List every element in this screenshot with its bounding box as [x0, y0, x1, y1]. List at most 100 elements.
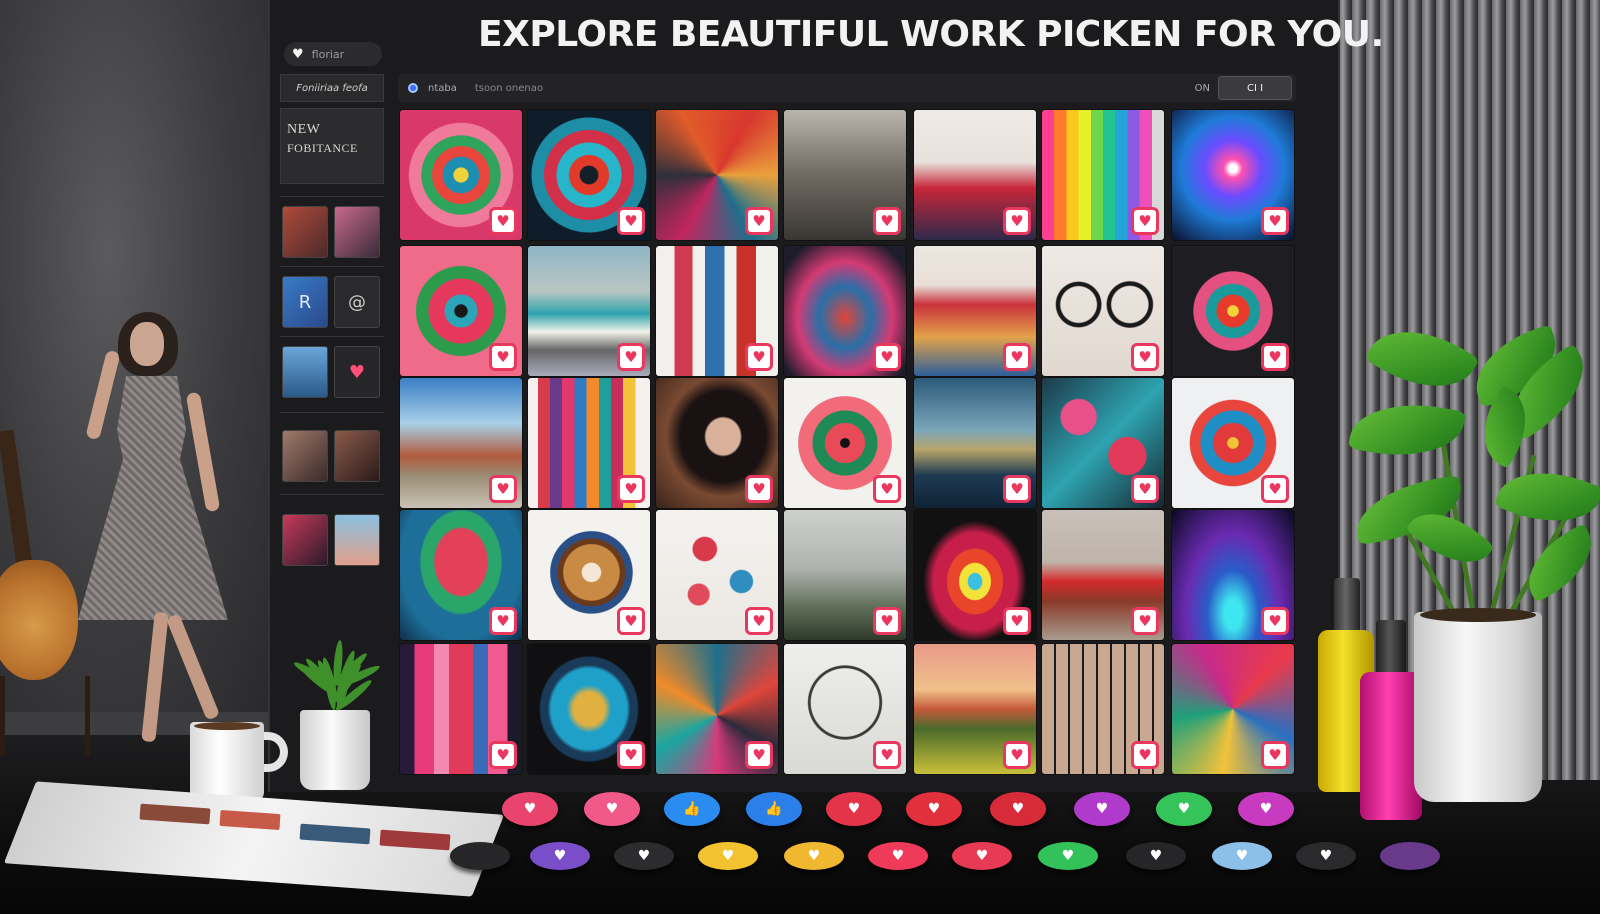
like-heart-icon[interactable]: ♥ [489, 475, 517, 503]
like-heart-icon[interactable]: ♥ [1261, 343, 1289, 371]
tile-swirl-plate[interactable]: ♥ [1172, 644, 1294, 774]
tile-scattered-flowers[interactable]: ♥ [656, 510, 778, 640]
like-heart-icon[interactable]: ♥ [873, 607, 901, 635]
sidebar-thumb[interactable] [334, 430, 380, 482]
tile-sunset-field[interactable]: ♥ [914, 644, 1036, 774]
like-heart-icon[interactable]: ♥ [1131, 343, 1159, 371]
tile-red-truck[interactable]: ♥ [1042, 510, 1164, 640]
toolbar-label-secondary[interactable]: tsoon onenao [475, 83, 543, 94]
tile-misty-lake[interactable]: ♥ [914, 378, 1036, 508]
sidebar-thumb[interactable] [334, 206, 380, 258]
heart-reaction-button[interactable]: ♥ [952, 842, 1012, 870]
toolbar-zoom[interactable]: ON [1195, 83, 1210, 94]
like-heart-icon[interactable]: ♥ [489, 607, 517, 635]
like-heart-icon[interactable]: ♥ [617, 343, 645, 371]
heart-reaction-button[interactable]: ♥ [502, 792, 558, 826]
like-heart-icon[interactable]: ♥ [873, 207, 901, 235]
like-heart-icon[interactable]: ♥ [617, 741, 645, 769]
tile-paper-flower[interactable]: ♥ [1172, 378, 1294, 508]
like-heart-icon[interactable]: ♥ [1131, 207, 1159, 235]
heart-reaction-button[interactable]: ♥ [530, 842, 590, 870]
sidebar-featured-card[interactable]: NEW FOBITANCE [280, 108, 384, 184]
toolbar-control[interactable]: CI I [1218, 76, 1292, 100]
tile-flower-star[interactable]: ♥ [784, 378, 906, 508]
tile-floral-coat[interactable]: ♥ [784, 246, 906, 376]
tile-light-burst[interactable]: ♥ [1172, 110, 1294, 240]
tile-teal-mandala[interactable]: ♥ [528, 110, 650, 240]
sidebar-thumb[interactable]: ♥ [334, 346, 380, 398]
heart-reaction-button[interactable]: ♥ [906, 792, 962, 826]
toolbar-label[interactable]: ntaba [428, 83, 457, 94]
like-heart-icon[interactable]: ♥ [1261, 741, 1289, 769]
tile-color-pencils[interactable]: ♥ [1042, 110, 1164, 240]
tile-vintage-van[interactable]: ♥ [528, 246, 650, 376]
heart-reaction-button[interactable]: ♥ [990, 792, 1046, 826]
heart-reaction-button[interactable]: ♥ [614, 842, 674, 870]
sidebar-thumb[interactable] [282, 206, 328, 258]
sidebar-pill[interactable]: ♥ floriar [284, 42, 382, 66]
sidebar-thumb[interactable] [334, 514, 380, 566]
like-heart-icon[interactable]: ♥ [1261, 475, 1289, 503]
like-heart-icon[interactable]: ♥ [617, 475, 645, 503]
like-heart-icon[interactable]: ♥ [1131, 741, 1159, 769]
like-heart-icon[interactable]: ♥ [1003, 207, 1031, 235]
like-heart-icon[interactable]: ♥ [617, 607, 645, 635]
thumbs-up-button[interactable]: 👍 [746, 792, 802, 826]
blank-reaction-button[interactable] [450, 842, 510, 870]
tile-red-gown[interactable]: ♥ [914, 110, 1036, 240]
tile-hanging-dresses[interactable]: ♥ [656, 246, 778, 376]
tile-red-truck-sky[interactable]: ♥ [400, 378, 522, 508]
tile-flower-heart[interactable]: ♥ [400, 510, 522, 640]
like-heart-icon[interactable]: ♥ [1003, 343, 1031, 371]
heart-reaction-button[interactable]: ♥ [698, 842, 758, 870]
tile-pink-drapes[interactable]: ♥ [400, 644, 522, 774]
tile-eiffel-tower[interactable]: ♥ [784, 510, 906, 640]
like-heart-icon[interactable]: ♥ [873, 475, 901, 503]
like-heart-icon[interactable]: ♥ [617, 207, 645, 235]
tile-rose-cluster[interactable]: ♥ [1042, 378, 1164, 508]
sidebar-thumb[interactable]: R [282, 276, 328, 328]
heart-reaction-button[interactable]: ♥ [1038, 842, 1098, 870]
tile-mandala-flowers[interactable]: ♥ [400, 110, 522, 240]
sidebar-thumb[interactable] [282, 430, 328, 482]
tile-abstract-figure[interactable]: ♥ [656, 644, 778, 774]
like-heart-icon[interactable]: ♥ [745, 607, 773, 635]
like-heart-icon[interactable]: ♥ [745, 343, 773, 371]
like-heart-icon[interactable]: ♥ [1261, 607, 1289, 635]
heart-reaction-button[interactable]: ♥ [868, 842, 928, 870]
heart-reaction-button[interactable]: ♥ [1126, 842, 1186, 870]
sidebar-thumb[interactable]: @ [334, 276, 380, 328]
tile-pens[interactable]: ♥ [528, 378, 650, 508]
tile-flower-mandala[interactable]: ♥ [400, 246, 522, 376]
heart-reaction-button[interactable]: ♥ [784, 842, 844, 870]
like-heart-icon[interactable]: ♥ [1131, 475, 1159, 503]
sidebar-tag[interactable]: Foniiriaa feofa [280, 74, 384, 102]
blank-reaction-button[interactable] [1380, 842, 1440, 870]
like-heart-icon[interactable]: ♥ [873, 741, 901, 769]
tile-window-room[interactable]: ♥ [784, 110, 906, 240]
like-heart-icon[interactable]: ♥ [489, 741, 517, 769]
thumbs-up-button[interactable]: 👍 [664, 792, 720, 826]
tile-rainbow-burst[interactable]: ♥ [914, 510, 1036, 640]
tile-ocean-bowl[interactable]: ♥ [528, 644, 650, 774]
heart-reaction-button[interactable]: ♥ [1238, 792, 1294, 826]
like-heart-icon[interactable]: ♥ [745, 741, 773, 769]
like-heart-icon[interactable]: ♥ [873, 343, 901, 371]
tile-dark-mandala[interactable]: ♥ [1172, 246, 1294, 376]
like-heart-icon[interactable]: ♥ [1003, 741, 1031, 769]
sidebar-thumb[interactable] [282, 514, 328, 566]
heart-reaction-button[interactable]: ♥ [1296, 842, 1356, 870]
like-heart-icon[interactable]: ♥ [1003, 475, 1031, 503]
tile-ferris-wheel[interactable]: ♥ [784, 644, 906, 774]
like-heart-icon[interactable]: ♥ [1261, 207, 1289, 235]
sidebar-thumb[interactable] [282, 346, 328, 398]
like-heart-icon[interactable]: ♥ [1003, 607, 1031, 635]
like-heart-icon[interactable]: ♥ [745, 475, 773, 503]
like-heart-icon[interactable]: ♥ [489, 343, 517, 371]
heart-reaction-button[interactable]: ♥ [1074, 792, 1130, 826]
tile-color-collage[interactable]: ♥ [656, 110, 778, 240]
like-heart-icon[interactable]: ♥ [745, 207, 773, 235]
tile-dark-haired-woman[interactable]: ♥ [656, 378, 778, 508]
like-heart-icon[interactable]: ♥ [1131, 607, 1159, 635]
tile-woman-red-hat[interactable]: ♥ [914, 246, 1036, 376]
